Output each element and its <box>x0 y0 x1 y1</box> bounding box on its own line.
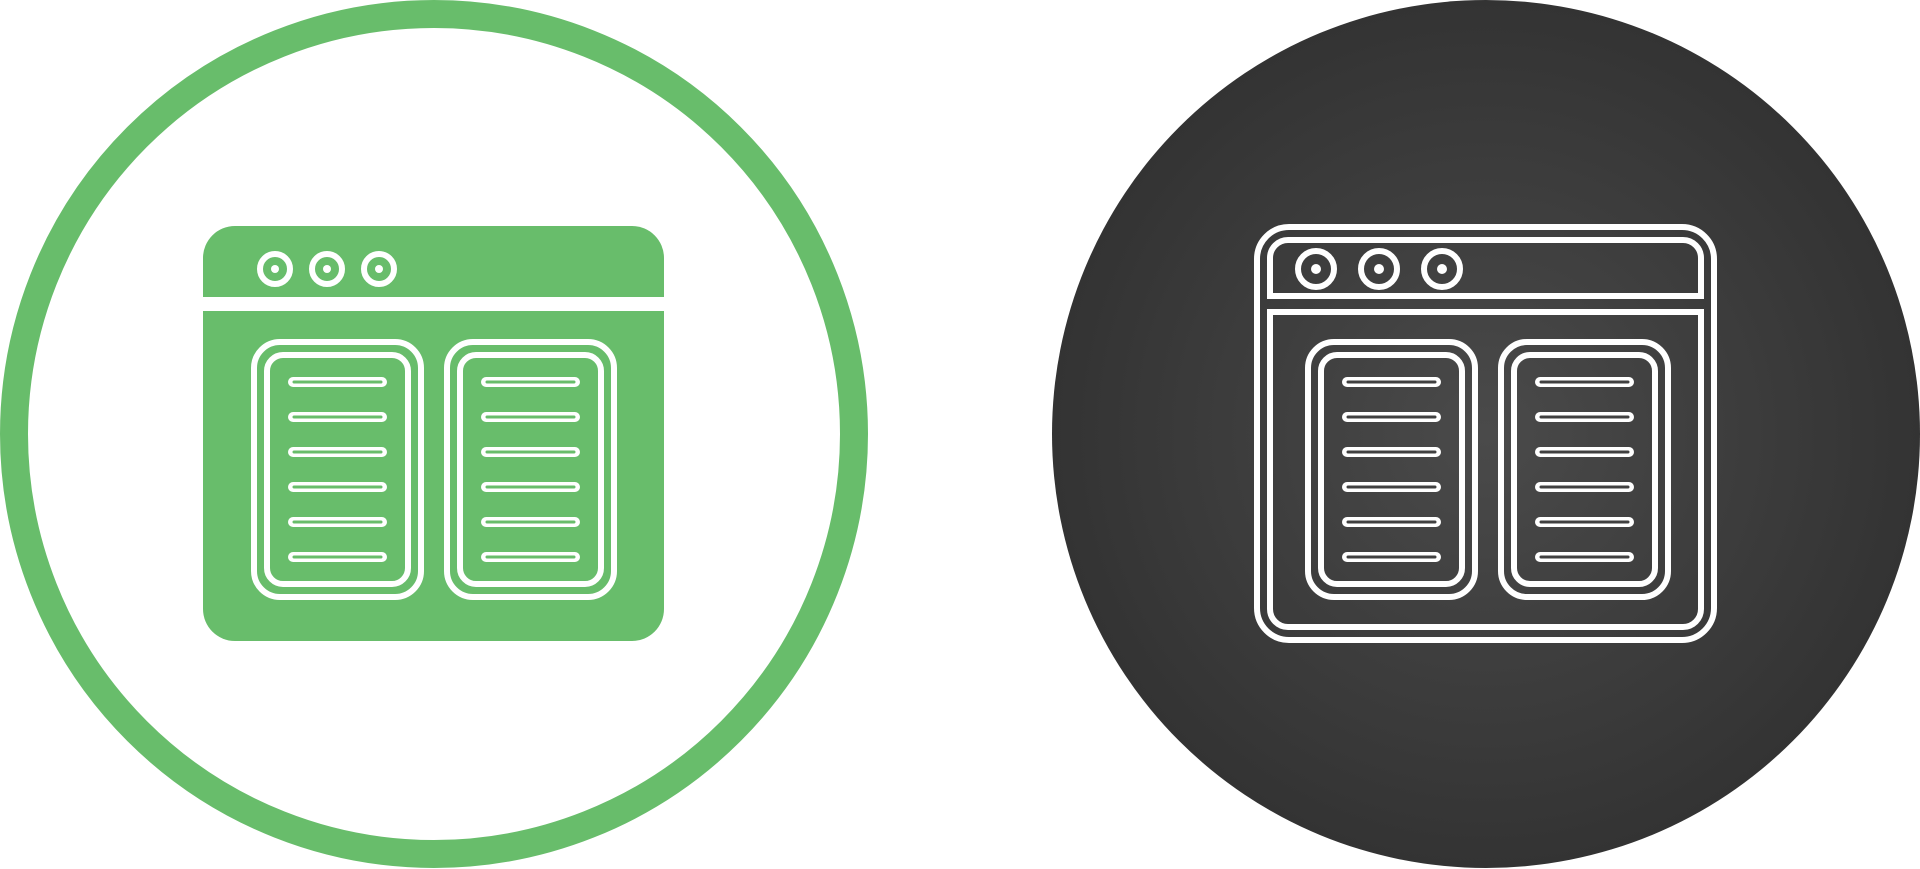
icon-sheet <box>0 0 1920 869</box>
window-dot-icon <box>1437 264 1447 274</box>
window-dot-icon <box>1311 264 1321 274</box>
icon-background-circle <box>1052 0 1920 868</box>
icon-canvas <box>0 0 1920 868</box>
window-dot-icon <box>271 265 279 273</box>
browser-split-columns-icon-dark <box>1052 0 1920 868</box>
browser-split-columns-icon-light <box>0 0 868 868</box>
window-dot-icon <box>323 265 331 273</box>
window-dot-icon <box>1374 264 1384 274</box>
browser-window-icon <box>203 226 664 641</box>
titlebar-divider <box>203 297 664 311</box>
window-dot-icon <box>375 265 383 273</box>
